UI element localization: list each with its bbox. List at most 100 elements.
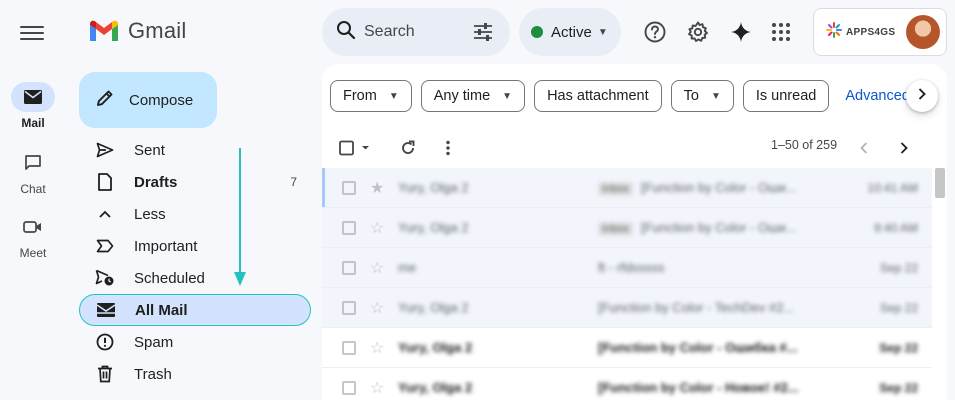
spam-report-icon bbox=[95, 332, 115, 352]
annotation-arrow bbox=[234, 148, 246, 286]
rail-item-label: Chat bbox=[20, 182, 46, 196]
nav-item-label: Spam bbox=[134, 333, 174, 351]
refresh-icon[interactable] bbox=[396, 136, 420, 160]
label-tag: Inbox bbox=[598, 182, 633, 196]
star-icon[interactable]: ★ bbox=[370, 178, 384, 198]
newer-page-chevron-right-icon[interactable] bbox=[892, 136, 916, 160]
star-icon[interactable]: ☆ bbox=[370, 378, 384, 398]
nav-item-label: Less bbox=[134, 205, 166, 223]
send-icon bbox=[95, 140, 115, 160]
nav-item-spam[interactable]: Spam bbox=[79, 326, 311, 358]
nav-item-label: Important bbox=[134, 237, 198, 255]
list-scrollbar[interactable] bbox=[934, 168, 946, 400]
settings-gear-icon[interactable] bbox=[684, 18, 712, 46]
nav-item-trash[interactable]: Trash bbox=[79, 358, 311, 390]
nav-item-scheduled[interactable]: Scheduled bbox=[79, 262, 311, 294]
chips-scroll-right-button[interactable] bbox=[906, 80, 938, 112]
chevron-down-icon: ▼ bbox=[597, 26, 608, 38]
nav-item-label: Scheduled bbox=[134, 269, 205, 287]
nav-item-important[interactable]: Important bbox=[79, 230, 311, 262]
compose-button[interactable]: Compose bbox=[79, 72, 217, 128]
chevron-right-icon bbox=[917, 87, 927, 105]
chevron-up-icon bbox=[95, 204, 115, 224]
chat-icon bbox=[11, 148, 55, 178]
star-icon[interactable]: ☆ bbox=[370, 218, 384, 238]
email-sender: Yury, Olga 2 bbox=[398, 180, 469, 195]
draft-file-icon bbox=[95, 172, 115, 192]
email-date: 10:41 AM bbox=[867, 180, 918, 195]
status-selector[interactable]: Active ▼ bbox=[519, 8, 621, 56]
email-subject: ft - rfdsssss bbox=[598, 260, 665, 275]
rail-item-chat[interactable]: Chat bbox=[0, 148, 66, 196]
search-options-icon[interactable] bbox=[472, 21, 494, 48]
email-row[interactable]: ☆ Yury, Olga 2 Inbox [Function by Color -… bbox=[322, 208, 932, 248]
chip-label: Is unread bbox=[755, 88, 817, 104]
nav-item-sent[interactable]: Sent bbox=[79, 134, 311, 166]
filter-chips: From ▼ Any time ▼ Has attachment To ▼ Is un… bbox=[330, 80, 929, 112]
row-checkbox[interactable] bbox=[342, 340, 356, 355]
search-bar[interactable] bbox=[322, 8, 510, 56]
chevron-down-icon: ▼ bbox=[502, 90, 513, 102]
scheduled-send-icon bbox=[95, 268, 115, 288]
nav-item-drafts[interactable]: Drafts 7 bbox=[79, 166, 311, 198]
chevron-down-icon: ▼ bbox=[710, 90, 721, 102]
row-checkbox[interactable] bbox=[342, 300, 356, 315]
account-switcher[interactable]: APPS4GS bbox=[813, 8, 947, 56]
email-subject: [Function by Color - TechDev #2... bbox=[598, 300, 795, 315]
search-input[interactable] bbox=[364, 23, 464, 41]
select-all-checkbox[interactable] bbox=[338, 136, 374, 160]
email-row[interactable]: ☆ me ft - rfdsssss Sep 22 bbox=[322, 248, 932, 288]
email-sender: Yury, Olga 2 bbox=[398, 300, 469, 315]
filter-chip-to[interactable]: To ▼ bbox=[670, 80, 734, 112]
email-row[interactable]: ☆ Yury, Olga 2 [Function by Color - Tech… bbox=[322, 288, 932, 328]
chip-label: Has attachment bbox=[547, 88, 649, 104]
email-subject: [Function by Color - Оши... bbox=[640, 180, 797, 195]
more-options-icon[interactable] bbox=[436, 136, 460, 160]
email-date: Sep 22 bbox=[879, 380, 918, 395]
filter-chip-has-attachment[interactable]: Has attachment bbox=[534, 80, 662, 112]
nav-item-label: All Mail bbox=[135, 301, 188, 319]
nav-item-less[interactable]: Less bbox=[79, 198, 311, 230]
help-icon[interactable] bbox=[641, 18, 669, 46]
rail-item-mail[interactable]: Mail bbox=[0, 82, 66, 130]
search-icon[interactable] bbox=[336, 20, 356, 45]
rail-item-label: Meet bbox=[19, 246, 47, 260]
main-menu-icon[interactable] bbox=[20, 22, 44, 42]
nav-item-all-mail[interactable]: All Mail bbox=[79, 294, 311, 326]
left-rail: Mail Chat Meet bbox=[0, 0, 66, 400]
email-sender: Yury, Olga 2 bbox=[398, 220, 469, 235]
rail-item-label: Mail bbox=[21, 116, 45, 130]
gmail-logo-icon bbox=[90, 20, 118, 41]
email-subject-line: Inbox [Function by Color - Оши... bbox=[598, 180, 797, 196]
older-page-chevron-left-icon[interactable] bbox=[852, 136, 876, 160]
email-row[interactable]: ★ Yury, Olga 2 Inbox [Function by Color -… bbox=[322, 168, 932, 208]
star-icon[interactable]: ☆ bbox=[370, 338, 384, 358]
important-label-icon bbox=[95, 236, 115, 256]
email-sender: Yury, Olga 2 bbox=[398, 380, 473, 395]
filter-chip-from[interactable]: From ▼ bbox=[330, 80, 412, 112]
rail-item-meet[interactable]: Meet bbox=[0, 212, 66, 260]
email-list: ★ Yury, Olga 2 Inbox [Function by Color -… bbox=[322, 168, 932, 400]
email-subject: [Function by Color - Новое! #2... bbox=[598, 380, 799, 395]
row-checkbox[interactable] bbox=[342, 180, 356, 195]
account-brand-name: APPS4GS bbox=[846, 26, 896, 38]
email-row[interactable]: ☆ Yury, Olga 2 [Function by Color - Ошиб… bbox=[322, 328, 932, 368]
star-icon[interactable]: ☆ bbox=[370, 298, 384, 318]
star-icon[interactable]: ☆ bbox=[370, 258, 384, 278]
mail-icon bbox=[11, 82, 55, 112]
filter-chip-any-time[interactable]: Any time ▼ bbox=[420, 80, 526, 112]
apps-grid-icon[interactable] bbox=[767, 18, 795, 46]
chip-label: From bbox=[343, 88, 377, 104]
email-date: Sep 22 bbox=[879, 300, 918, 315]
scrollbar-thumb[interactable] bbox=[935, 168, 945, 198]
gmail-logo[interactable]: Gmail bbox=[88, 18, 186, 44]
chevron-down-icon: ▼ bbox=[388, 90, 399, 102]
email-subject-line: Inbox [Function by Color - Оши... bbox=[598, 220, 797, 236]
avatar[interactable] bbox=[906, 15, 940, 49]
email-row[interactable]: ☆ Yury, Olga 2 [Function by Color - Ново… bbox=[322, 368, 932, 400]
gemini-sparkle-icon[interactable] bbox=[727, 18, 755, 46]
row-checkbox[interactable] bbox=[342, 220, 356, 235]
filter-chip-is-unread[interactable]: Is unread bbox=[742, 80, 830, 112]
row-checkbox[interactable] bbox=[342, 380, 356, 395]
row-checkbox[interactable] bbox=[342, 260, 356, 275]
